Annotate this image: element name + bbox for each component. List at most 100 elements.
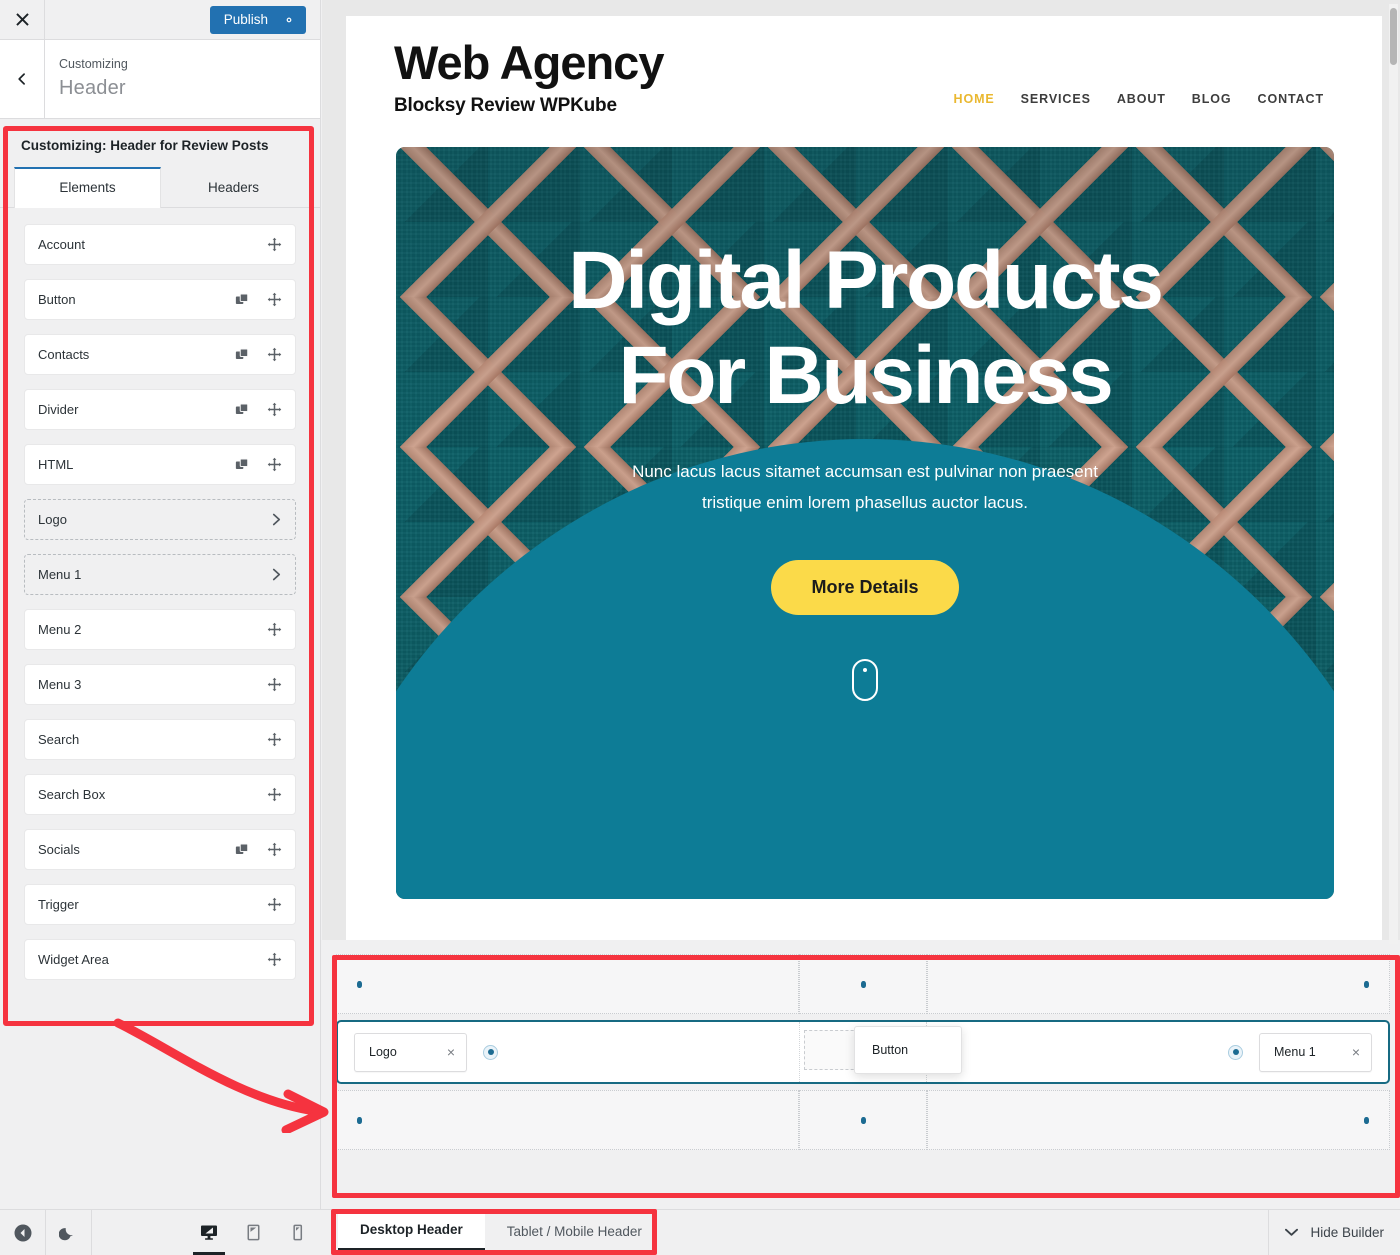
add-item-dot[interactable] — [857, 978, 870, 991]
hide-builder-button[interactable]: Hide Builder — [1268, 1210, 1400, 1255]
element-row-menu-2[interactable]: Menu 2 — [24, 609, 296, 650]
drag-handle[interactable] — [267, 457, 282, 472]
builder-cell-top-left[interactable] — [336, 954, 799, 1014]
remove-logo-icon[interactable]: × — [447, 1045, 455, 1059]
preview-scrollbar-thumb[interactable] — [1390, 8, 1397, 65]
preview-scrollbar[interactable] — [1389, 4, 1398, 944]
drag-handle[interactable] — [267, 402, 282, 417]
builder-row-top[interactable] — [336, 954, 1390, 1014]
drag-handle[interactable] — [267, 842, 282, 857]
publish-label: Publish — [223, 12, 268, 27]
drag-handle[interactable] — [267, 677, 282, 692]
tab-tablet-mobile-header[interactable]: Tablet / Mobile Header — [484, 1211, 664, 1251]
dragging-button-item[interactable]: Button — [854, 1026, 962, 1074]
chevron-down-icon — [1285, 1228, 1299, 1236]
element-row-label: HTML — [38, 457, 74, 472]
duplicate-button[interactable] — [235, 348, 249, 362]
element-row-account[interactable]: Account — [24, 224, 296, 265]
add-item-dot[interactable] — [483, 1044, 498, 1060]
element-row-label: Menu 1 — [38, 567, 82, 582]
tab-elements[interactable]: Elements — [14, 167, 161, 208]
publish-group: Publish — [209, 5, 320, 34]
header-builder: Logo × Menu 1 × Button — [322, 940, 1400, 1209]
drag-handle-icon — [267, 292, 282, 307]
add-item-dot[interactable] — [353, 978, 366, 991]
drag-handle[interactable] — [267, 622, 282, 637]
drag-handle[interactable] — [267, 237, 282, 252]
drag-handle-icon — [267, 897, 282, 912]
moon-icon — [59, 1228, 73, 1241]
mobile-icon — [292, 1224, 302, 1241]
element-row-search-box[interactable]: Search Box — [24, 774, 296, 815]
add-item-dot[interactable] — [1228, 1044, 1243, 1060]
element-row-label: Widget Area — [38, 952, 109, 967]
publish-button[interactable]: Publish — [209, 5, 306, 34]
tab-desktop-header[interactable]: Desktop Header — [338, 1211, 485, 1251]
drag-handle[interactable] — [267, 732, 282, 747]
nav-item-blog[interactable]: BLOG — [1192, 92, 1232, 106]
duplicate-button[interactable] — [235, 458, 249, 472]
collapse-sidebar-button[interactable] — [0, 1210, 46, 1255]
more-details-button[interactable]: More Details — [771, 560, 959, 616]
duplicate-button[interactable] — [235, 403, 249, 417]
builder-item-logo[interactable]: Logo × — [354, 1032, 467, 1072]
drag-handle[interactable] — [267, 952, 282, 967]
element-row-html[interactable]: HTML — [24, 444, 296, 485]
drag-handle[interactable] — [267, 292, 282, 307]
drag-handle[interactable] — [267, 897, 282, 912]
builder-item-menu1[interactable]: Menu 1 × — [1259, 1032, 1372, 1072]
add-item-dot[interactable] — [1360, 978, 1373, 991]
builder-cell-bottom-center[interactable] — [799, 1090, 927, 1150]
element-row-button[interactable]: Button — [24, 279, 296, 320]
add-item-dot[interactable] — [1360, 1114, 1373, 1127]
add-item-dot[interactable] — [857, 1114, 870, 1127]
back-button[interactable] — [0, 40, 45, 118]
element-row-actions — [235, 402, 282, 417]
builder-cell-top-center[interactable] — [799, 954, 927, 1014]
builder-cell-bottom-right[interactable] — [927, 1090, 1390, 1150]
nav-item-services[interactable]: SERVICES — [1021, 92, 1091, 106]
add-item-dot[interactable] — [353, 1114, 366, 1127]
drag-handle[interactable] — [267, 347, 282, 362]
duplicate-button[interactable] — [235, 293, 249, 307]
element-row-trigger[interactable]: Trigger — [24, 884, 296, 925]
nav-item-about[interactable]: ABOUT — [1117, 92, 1166, 106]
hide-builder-label: Hide Builder — [1310, 1225, 1384, 1240]
nav-item-home[interactable]: HOME — [954, 92, 995, 106]
element-row-contacts[interactable]: Contacts — [24, 334, 296, 375]
element-row-socials[interactable]: Socials — [24, 829, 296, 870]
dark-mode-button[interactable] — [46, 1210, 92, 1255]
open-panel-button[interactable] — [271, 568, 282, 581]
nav-item-contact[interactable]: CONTACT — [1258, 92, 1324, 106]
element-row-menu-1[interactable]: Menu 1 — [24, 554, 296, 595]
builder-cell-middle-right[interactable]: Menu 1 × — [927, 1022, 1388, 1082]
device-tablet-button[interactable] — [231, 1210, 275, 1255]
gear-icon[interactable] — [282, 13, 296, 27]
site-preview: Web Agency Blocksy Review WPKube HOME SER… — [322, 0, 1400, 944]
remove-menu1-icon[interactable]: × — [1352, 1045, 1360, 1059]
element-row-label: Account — [38, 237, 85, 252]
section-title: Customizing: Header for Review Posts — [21, 138, 269, 153]
builder-cell-bottom-left[interactable] — [336, 1090, 799, 1150]
close-customizer-button[interactable] — [0, 0, 45, 40]
builder-cell-top-right[interactable] — [927, 954, 1390, 1014]
hero-section: Digital Products For Business Nunc lacus… — [396, 147, 1334, 900]
device-preview-switcher — [187, 1210, 319, 1255]
builder-cell-middle-left[interactable]: Logo × — [338, 1022, 799, 1082]
element-row-menu-3[interactable]: Menu 3 — [24, 664, 296, 705]
tab-headers[interactable]: Headers — [161, 167, 306, 207]
drag-handle-icon — [267, 677, 282, 692]
builder-row-bottom[interactable] — [336, 1090, 1390, 1150]
open-panel-button[interactable] — [271, 513, 282, 526]
element-row-divider[interactable]: Divider — [24, 389, 296, 430]
builder-row-middle[interactable]: Logo × Menu 1 × Button — [336, 1020, 1390, 1084]
close-icon — [15, 13, 29, 26]
element-row-search[interactable]: Search — [24, 719, 296, 760]
drag-handle[interactable] — [267, 787, 282, 802]
collapse-sidebar-icon — [14, 1224, 31, 1241]
device-mobile-button[interactable] — [275, 1210, 319, 1255]
duplicate-button[interactable] — [235, 843, 249, 857]
element-row-widget-area[interactable]: Widget Area — [24, 939, 296, 980]
device-desktop-button[interactable] — [187, 1210, 231, 1255]
element-row-logo[interactable]: Logo — [24, 499, 296, 540]
